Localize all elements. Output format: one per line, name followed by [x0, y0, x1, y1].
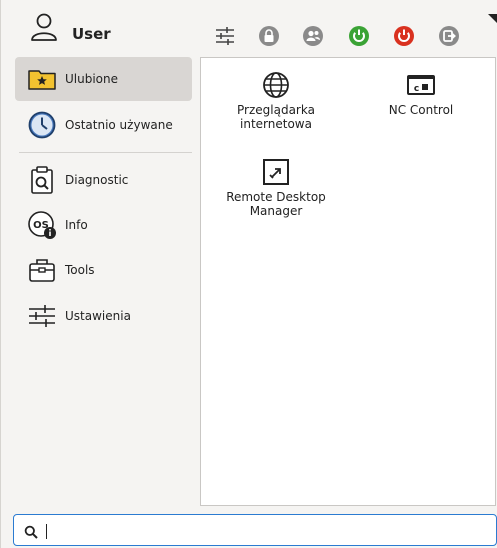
- app-label: Remote Desktop Manager: [226, 190, 326, 218]
- globe-icon: [217, 70, 335, 100]
- nc-control-icon: c: [371, 70, 471, 100]
- lock-icon[interactable]: [258, 25, 280, 47]
- sidebar-item-label: Tools: [65, 263, 95, 277]
- sidebar-item-label: Ustawienia: [65, 309, 131, 323]
- user-avatar-icon[interactable]: [29, 12, 59, 42]
- app-label: NC Control: [388, 103, 454, 117]
- sidebar-item-diagnostic[interactable]: Diagnostic: [15, 158, 192, 202]
- search-input[interactable]: [46, 519, 490, 543]
- corner-indicator-icon: [488, 14, 497, 24]
- settings-sliders-icon: [27, 301, 57, 331]
- app-tile-browser[interactable]: Przeglądarka internetowa: [217, 70, 335, 131]
- clock-icon: [27, 110, 57, 140]
- sidebar-divider: [19, 152, 192, 153]
- sidebar-item-ustawienia[interactable]: Ustawienia: [15, 294, 192, 338]
- os-info-icon: OS: [27, 210, 57, 240]
- sidebar-item-label: Diagnostic: [65, 173, 129, 187]
- sidebar: Ulubione Ostatnio używane Diagnostic OS …: [15, 57, 194, 512]
- sidebar-item-label: Ostatnio używane: [65, 118, 173, 132]
- app-label: Przeglądarka internetowa: [237, 103, 315, 131]
- switch-user-icon[interactable]: [302, 25, 324, 47]
- sidebar-item-label: Info: [65, 218, 88, 232]
- app-tile-remote-desktop-manager[interactable]: Remote Desktop Manager: [209, 157, 343, 218]
- sidebar-item-ostatnio-uzywane[interactable]: Ostatnio używane: [15, 103, 192, 147]
- svg-text:c: c: [414, 84, 419, 94]
- settings-sliders-icon[interactable]: [214, 25, 236, 47]
- logout-icon[interactable]: [438, 25, 460, 47]
- app-tile-nc-control[interactable]: c NC Control: [371, 70, 471, 117]
- header-bar: User: [1, 0, 497, 52]
- power-icon[interactable]: [393, 25, 415, 47]
- restart-icon[interactable]: [348, 25, 370, 47]
- apps-pane: Przeglądarka internetowa c NC Control Re…: [200, 57, 496, 506]
- sidebar-item-ulubione[interactable]: Ulubione: [15, 57, 192, 101]
- user-name: User: [72, 25, 111, 43]
- sidebar-item-label: Ulubione: [65, 72, 119, 86]
- start-menu-window: User Ulubione Ostatnio używane Diagnosti…: [0, 0, 497, 548]
- sidebar-item-tools[interactable]: Tools: [15, 248, 192, 292]
- remote-desktop-icon: [209, 157, 343, 187]
- clipboard-search-icon: [27, 165, 57, 195]
- favorites-folder-icon: [27, 64, 57, 94]
- sidebar-item-info[interactable]: OS Info: [15, 203, 192, 247]
- search-icon: [24, 524, 38, 539]
- text-caret: [46, 524, 47, 539]
- search-box[interactable]: [13, 514, 497, 546]
- toolbox-icon: [27, 255, 57, 285]
